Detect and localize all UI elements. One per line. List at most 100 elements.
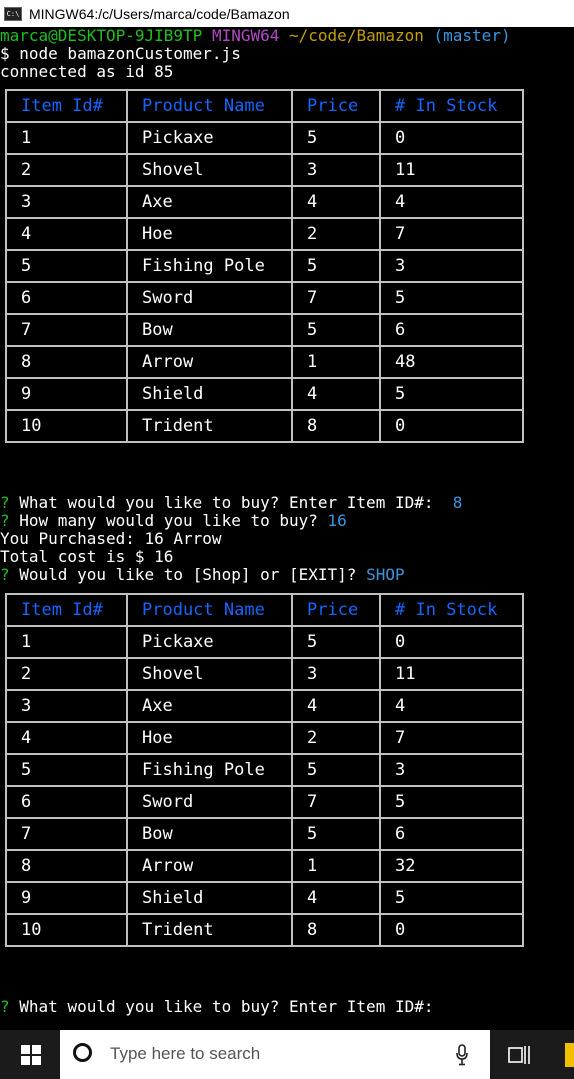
- cell-price: 5: [291, 313, 381, 347]
- header-price: Price: [291, 89, 381, 123]
- prompt-env: MINGW64: [211, 27, 280, 45]
- cell-item-id: 2: [5, 153, 128, 187]
- cell-product-name: Arrow: [126, 849, 293, 883]
- cell-product-name: Axe: [126, 185, 293, 219]
- header-in-stock: # In Stock: [379, 593, 524, 627]
- header-product-name: Product Name: [126, 593, 293, 627]
- prompt-user-host: marca@DESKTOP-9JIB9TP: [0, 27, 203, 45]
- search-box[interactable]: Type here to search: [60, 1030, 490, 1079]
- command-line: $ node bamazonCustomer.js: [0, 44, 241, 63]
- cell-in-stock: 7: [379, 721, 524, 755]
- table-row: 9 Shield 4 5: [5, 377, 524, 411]
- cell-in-stock: 4: [379, 185, 524, 219]
- windows-logo-icon: [21, 1045, 41, 1065]
- cell-price: 5: [291, 625, 381, 659]
- cell-item-id: 2: [5, 657, 128, 691]
- table-row: 5 Fishing Pole 5 3: [5, 753, 524, 787]
- cell-product-name: Hoe: [126, 721, 293, 755]
- cell-product-name: Pickaxe: [126, 625, 293, 659]
- cell-product-name: Pickaxe: [126, 121, 293, 155]
- question-item-text: What would you like to buy? Enter Item I…: [9, 997, 434, 1016]
- question-item-text: What would you like to buy? Enter Item I…: [9, 493, 434, 512]
- cell-item-id: 7: [5, 313, 128, 347]
- table-row: 3 Axe 4 4: [5, 689, 524, 723]
- purchased-line: You Purchased: 16 Arrow: [0, 529, 222, 548]
- cell-price: 5: [291, 817, 381, 851]
- cell-item-id: 7: [5, 817, 128, 851]
- cell-item-id: 4: [5, 721, 128, 755]
- cell-product-name: Arrow: [126, 345, 293, 379]
- cell-item-id: 1: [5, 121, 128, 155]
- cell-item-id: 5: [5, 249, 128, 283]
- question-quantity-text: How many would you like to buy?: [9, 511, 318, 530]
- table-row: 7 Bow 5 6: [5, 313, 524, 347]
- cell-price: 2: [291, 217, 381, 251]
- cell-product-name: Hoe: [126, 217, 293, 251]
- table-header-row: Item Id# Product Name Price # In Stock: [5, 89, 524, 123]
- cell-product-name: Axe: [126, 689, 293, 723]
- cell-price: 4: [291, 881, 381, 915]
- cell-product-name: Trident: [126, 913, 293, 947]
- table-row: 2 Shovel 3 11: [5, 153, 524, 187]
- header-product-name: Product Name: [126, 89, 293, 123]
- connected-line: connected as id 85: [0, 62, 174, 81]
- table-row: 4 Hoe 2 7: [5, 721, 524, 755]
- prompt-line: marca@DESKTOP-9JIB9TP MINGW64 ~/code/Bam…: [0, 27, 511, 45]
- cell-in-stock: 3: [379, 753, 524, 787]
- cell-price: 1: [291, 849, 381, 883]
- cell-item-id: 5: [5, 753, 128, 787]
- terminal-icon: C:\: [4, 6, 22, 21]
- inventory-table-before: Item Id# Product Name Price # In Stock 1 Pic…: [5, 89, 524, 443]
- header-item-id: Item Id#: [5, 593, 128, 627]
- cell-in-stock: 4: [379, 689, 524, 723]
- cell-in-stock: 0: [379, 409, 524, 443]
- question-marker: ?: [0, 997, 10, 1016]
- table-row: 7 Bow 5 6: [5, 817, 524, 851]
- start-button[interactable]: [0, 1030, 60, 1079]
- header-in-stock: # In Stock: [379, 89, 524, 123]
- microphone-icon[interactable]: [456, 1044, 468, 1066]
- cell-price: 8: [291, 409, 381, 443]
- cell-product-name: Sword: [126, 281, 293, 315]
- cell-item-id: 3: [5, 185, 128, 219]
- cell-price: 3: [291, 153, 381, 187]
- cell-item-id: 9: [5, 881, 128, 915]
- cell-price: 5: [291, 249, 381, 283]
- cell-product-name: Shield: [126, 881, 293, 915]
- prompt-branch: (master): [433, 27, 511, 45]
- cell-price: 8: [291, 913, 381, 947]
- header-price: Price: [291, 593, 381, 627]
- cell-item-id: 10: [5, 409, 128, 443]
- answer-quantity: 16: [327, 511, 347, 530]
- cell-item-id: 8: [5, 849, 128, 883]
- question-marker: ?: [0, 493, 10, 512]
- cell-in-stock: 5: [379, 881, 524, 915]
- task-view-icon[interactable]: [508, 1045, 530, 1065]
- title-bar: C:\ MINGW64:/c/Users/marca/code/Bamazon: [0, 0, 574, 27]
- window-title: MINGW64:/c/Users/marca/code/Bamazon: [29, 5, 290, 22]
- table-row: 6 Sword 7 5: [5, 281, 524, 315]
- total-cost-line: Total cost is $ 16: [0, 547, 174, 566]
- cell-item-id: 3: [5, 689, 128, 723]
- cell-in-stock: 6: [379, 817, 524, 851]
- table-row: 10 Trident 8 0: [5, 409, 524, 443]
- cell-in-stock: 11: [379, 153, 524, 187]
- cell-price: 2: [291, 721, 381, 755]
- cell-product-name: Bow: [126, 817, 293, 851]
- answer-shop: SHOP: [366, 565, 405, 584]
- cell-product-name: Trident: [126, 409, 293, 443]
- cell-in-stock: 0: [379, 625, 524, 659]
- cell-in-stock: 5: [379, 377, 524, 411]
- cell-product-name: Bow: [126, 313, 293, 347]
- terminal-output[interactable]: marca@DESKTOP-9JIB9TP MINGW64 ~/code/Bam…: [0, 27, 574, 1030]
- cell-in-stock: 5: [379, 281, 524, 315]
- cell-price: 1: [291, 345, 381, 379]
- question-item-id-again: ? What would you like to buy? Enter Item…: [0, 998, 433, 1016]
- header-item-id: Item Id#: [5, 89, 128, 123]
- cell-in-stock: 32: [379, 849, 524, 883]
- cell-in-stock: 3: [379, 249, 524, 283]
- table-row: 9 Shield 4 5: [5, 881, 524, 915]
- table-row: 5 Fishing Pole 5 3: [5, 249, 524, 283]
- prompt-path: ~/code/Bamazon: [289, 27, 424, 45]
- pinned-app-icon[interactable]: [565, 1043, 574, 1067]
